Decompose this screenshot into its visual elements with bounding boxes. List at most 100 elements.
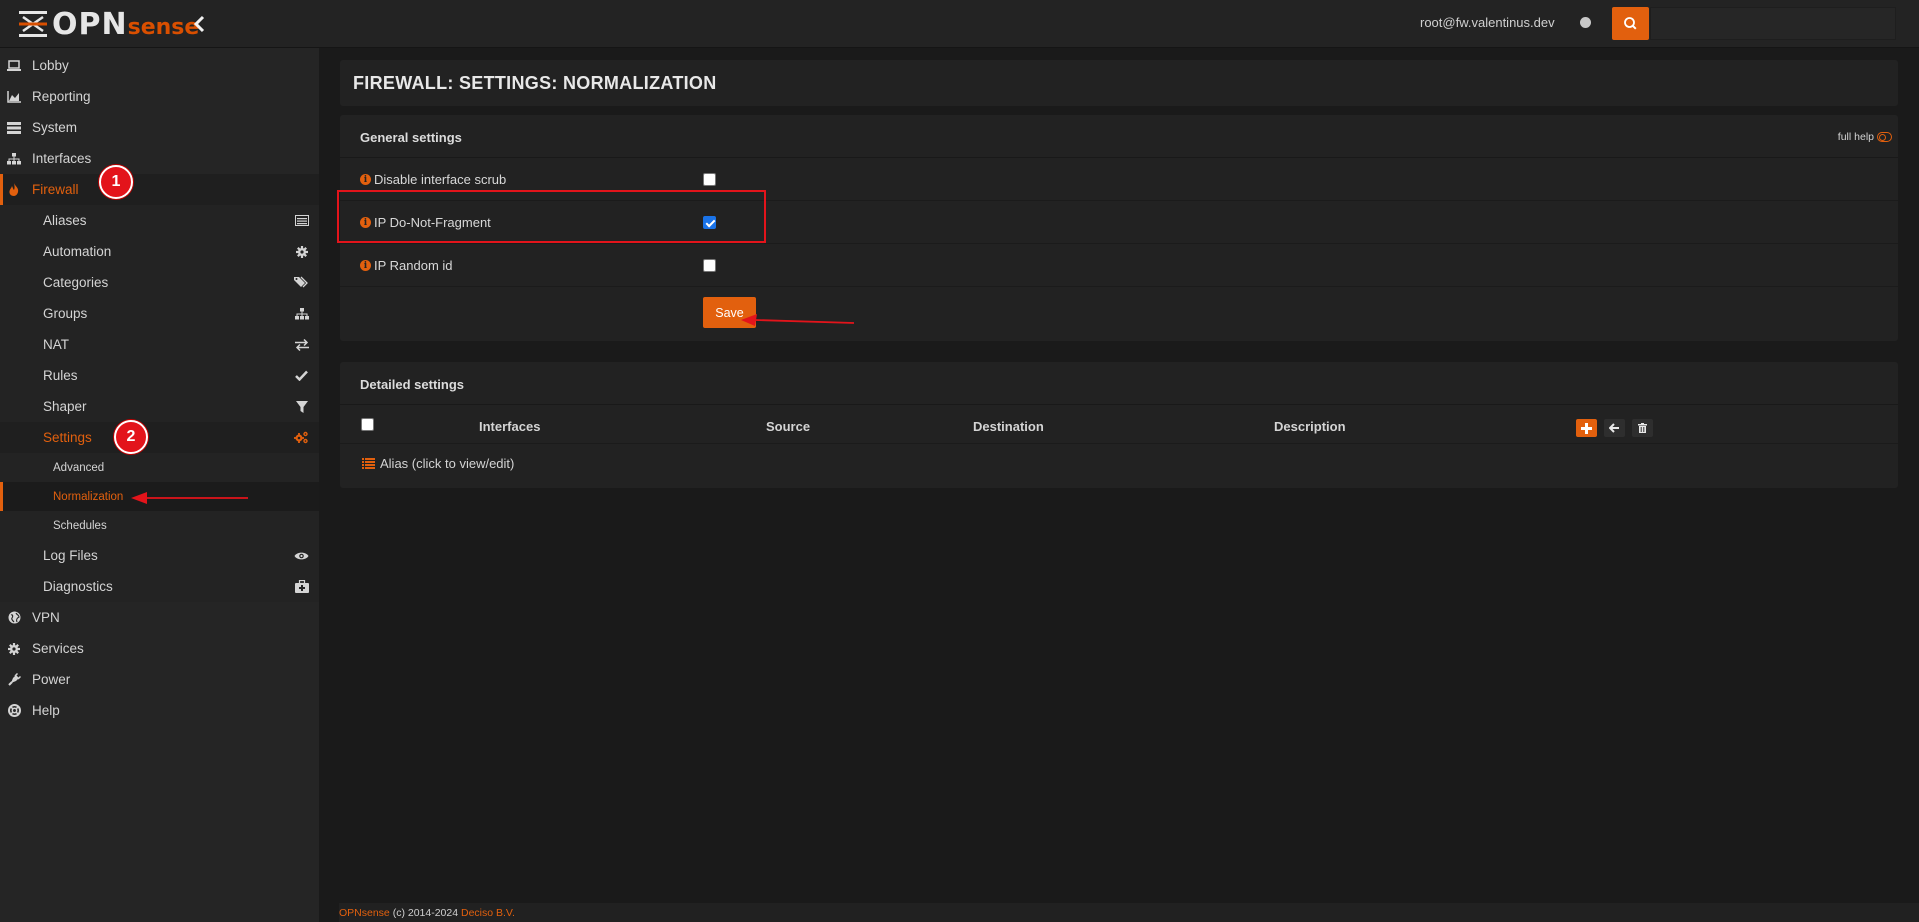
sidebar-item-rules[interactable]: Rules [0, 360, 319, 391]
plug-icon [7, 673, 21, 687]
check-icon [294, 368, 309, 383]
list-icon [362, 458, 375, 469]
sidebar-item-firewall[interactable]: Firewall [0, 174, 319, 205]
sidebar-item-label: Advanced [53, 461, 105, 474]
column-header-source[interactable]: Source [766, 419, 810, 434]
annotation-arrow-normalization [131, 492, 248, 504]
footer-brand-link[interactable]: OPNsense [339, 907, 390, 919]
alias-text: Alias (click to view/edit) [380, 456, 515, 471]
sidebar-item-interfaces[interactable]: Interfaces [0, 143, 319, 174]
sidebar-item-label: NAT [43, 337, 69, 352]
sidebar-item-label: Categories [43, 275, 109, 290]
sidebar-item-reporting[interactable]: Reporting [0, 81, 319, 112]
sidebar-item-label: Lobby [32, 58, 69, 73]
search-icon [1624, 17, 1637, 30]
table-header: Interfaces Source Destination Descriptio… [340, 405, 1898, 443]
sidebar-item-log-files[interactable]: Log Files [0, 540, 319, 571]
page-title-bar: FIREWALL: SETTINGS: NORMALIZATION [340, 60, 1898, 106]
footer-copyright: (c) 2014-2024 [389, 907, 461, 919]
general-settings-title: General settings [360, 130, 462, 145]
medkit-icon [294, 579, 309, 594]
form-row-ip-random-id: i IP Random id [340, 244, 1898, 287]
sidebar-item-help[interactable]: Help [0, 695, 319, 726]
sidebar-item-label: System [32, 120, 78, 135]
field-label[interactable]: i Disable interface scrub [360, 172, 506, 187]
sidebar-item-services[interactable]: Services [0, 633, 319, 664]
toggle-icon [1877, 132, 1892, 142]
sidebar-item-automation[interactable]: Automation [0, 236, 319, 267]
sidebar-item-vpn[interactable]: VPN [0, 602, 319, 633]
detailed-settings-header: Detailed settings [340, 362, 1898, 405]
list-alt-icon [294, 213, 309, 228]
info-icon[interactable]: i [360, 260, 371, 271]
status-dot-icon[interactable] [1580, 17, 1591, 28]
search-input[interactable] [1650, 7, 1896, 40]
sidebar-item-power[interactable]: Power [0, 664, 319, 695]
server-icon [7, 121, 21, 135]
logo-sense-text: sense [127, 14, 200, 40]
sidebar-item-advanced[interactable]: Advanced [0, 453, 319, 482]
exchange-icon [294, 337, 309, 352]
cog-icon [294, 244, 309, 259]
globe-icon [7, 611, 21, 625]
page-title: FIREWALL: SETTINGS: NORMALIZATION [353, 73, 717, 93]
sidebar-item-nat[interactable]: NAT [0, 329, 319, 360]
annotation-badge-1: 1 [99, 165, 133, 199]
collapse-sidebar-icon[interactable] [192, 14, 212, 34]
sidebar-item-label: Schedules [53, 519, 107, 532]
eye-icon [294, 548, 309, 563]
sidebar-item-label: Automation [43, 244, 112, 259]
sidebar-item-label: Log Files [43, 548, 98, 563]
sidebar-item-lobby[interactable]: Lobby [0, 50, 319, 81]
full-help-toggle[interactable]: full help [1838, 131, 1892, 143]
life-ring-icon [7, 704, 21, 718]
alias-row[interactable]: Alias (click to view/edit) [340, 443, 1898, 483]
detailed-settings-title: Detailed settings [360, 377, 465, 392]
sidebar-item-label: Shaper [43, 399, 87, 414]
sidebar-item-groups[interactable]: Groups [0, 298, 319, 329]
sidebar-item-shaper[interactable]: Shaper [0, 391, 319, 422]
field-label[interactable]: i IP Random id [360, 258, 453, 273]
sidebar-item-label: Normalization [53, 490, 124, 503]
sidebar-item-label: Groups [43, 306, 88, 321]
sidebar-item-diagnostics[interactable]: Diagnostics [0, 571, 319, 602]
sidebar-item-label: Services [32, 641, 84, 656]
column-header-interfaces[interactable]: Interfaces [479, 419, 540, 434]
sidebar-item-schedules[interactable]: Schedules [0, 511, 319, 540]
filter-icon [294, 399, 309, 414]
column-header-destination[interactable]: Destination [973, 419, 1044, 434]
sidebar-item-label: Reporting [32, 89, 91, 104]
sidebar-item-label: Settings [43, 430, 92, 445]
top-navbar: OPN sense root@fw.valentinus.dev [0, 0, 1919, 48]
sidebar-item-aliases[interactable]: Aliases [0, 205, 319, 236]
search-button[interactable] [1612, 7, 1649, 40]
sidebar-item-label: VPN [32, 610, 60, 625]
sidebar-item-label: Rules [43, 368, 78, 383]
sidebar-item-system[interactable]: System [0, 112, 319, 143]
add-button[interactable] [1576, 419, 1597, 437]
annotation-arrow-save [741, 314, 855, 326]
alias-link[interactable]: Alias (click to view/edit) [362, 456, 514, 471]
opnsense-logo[interactable]: OPN sense [18, 7, 200, 42]
laptop-icon [7, 59, 21, 73]
general-settings-header: General settings full help [340, 115, 1898, 158]
sitemap-icon [294, 306, 309, 321]
sidebar-item-settings[interactable]: Settings [0, 422, 319, 453]
select-all-checkbox[interactable] [361, 418, 374, 431]
trash-icon [1638, 423, 1647, 433]
sidebar-item-label: Aliases [43, 213, 87, 228]
sidebar-item-categories[interactable]: Categories [0, 267, 319, 298]
sidebar-item-label: Diagnostics [43, 579, 113, 594]
disable-interface-scrub-checkbox[interactable] [703, 173, 716, 186]
sidebar: Lobby Reporting System Interfaces Firewa… [0, 48, 319, 922]
footer-company-link[interactable]: Deciso B.V. [461, 907, 515, 919]
info-icon[interactable]: i [360, 174, 371, 185]
field-label-text: IP Random id [374, 258, 453, 273]
tags-icon [294, 275, 309, 290]
ip-random-id-checkbox[interactable] [703, 259, 716, 272]
back-button[interactable] [1604, 419, 1625, 437]
column-header-description[interactable]: Description [1274, 419, 1346, 434]
detailed-settings-panel: Detailed settings Interfaces Source Dest… [340, 362, 1898, 488]
delete-button[interactable] [1632, 419, 1653, 437]
user-account-link[interactable]: root@fw.valentinus.dev [1420, 15, 1555, 30]
